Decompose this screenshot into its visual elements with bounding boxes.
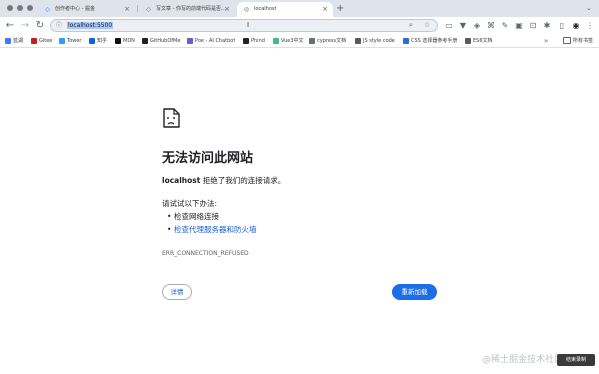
bookmark-label: GitHubOfMe (150, 38, 181, 44)
text-cursor-icon: I (247, 21, 250, 29)
bookmark-phind[interactable]: Phind (243, 36, 265, 46)
bookmark-icon (142, 38, 148, 44)
close-icon[interactable]: × (124, 2, 130, 17)
bookmark-label: Phind (251, 38, 265, 44)
bookmark-label: Vue3中文 (281, 38, 304, 44)
bookmark-cypress[interactable]: cypress文档 (309, 36, 346, 46)
bookmark-tower[interactable]: Tower (59, 36, 82, 46)
site-info-icon[interactable]: ⓘ (56, 20, 62, 31)
tab-strip: ◇ 创作者中心 - 掘金 × ◇ 写文章 - 你写的前端代码是否符合规范 × ◎ lo… (0, 0, 599, 17)
bookmark-icon (31, 38, 37, 44)
profile-avatar-icon[interactable]: ◉ (570, 19, 582, 33)
bookmark-label: CSS 选择器参考手册 (411, 38, 458, 44)
bookmark-icon (89, 38, 95, 44)
reload-icon[interactable]: ↻ (34, 19, 46, 33)
forward-icon[interactable]: → (19, 19, 31, 33)
url-text[interactable]: localhost:5500 (67, 22, 114, 29)
bookmark-vue3[interactable]: Vue3中文 (273, 36, 304, 46)
folder-icon (563, 37, 571, 44)
stop-recording-button[interactable]: 结束录制 (557, 354, 595, 366)
bookmark-label: 蓝湖 (13, 38, 24, 44)
bookmark-label: 知乎 (97, 38, 108, 44)
bookmark-icon (5, 38, 11, 44)
browser-window: ◇ 创作者中心 - 掘金 × ◇ 写文章 - 你写的前端代码是否符合规范 × ◎ lo… (0, 0, 599, 374)
close-icon[interactable]: × (224, 2, 230, 17)
error-title: 无法访问此网站 (162, 151, 254, 166)
bookmarks-overflow-icon[interactable]: » (544, 36, 548, 46)
bookmark-star-icon[interactable]: ☆ (424, 20, 430, 31)
bookmark-icon (465, 38, 471, 44)
bookmark-poe[interactable]: Poe - AI Chatbot (187, 36, 235, 46)
bookmark-label: Poe - AI Chatbot (195, 38, 236, 44)
bookmark-lanhu[interactable]: 蓝湖 (5, 36, 23, 46)
details-button[interactable]: 详情 (162, 284, 192, 300)
window-maximize-button[interactable] (27, 5, 33, 11)
window-close-button[interactable] (7, 5, 13, 11)
tab-localhost[interactable]: ◎ localhost × (237, 2, 333, 17)
bookmark-label: JS style code (363, 38, 395, 44)
bookmark-css-selectors[interactable]: CSS 选择器参考手册 (403, 36, 457, 46)
extension-icon[interactable]: ⌘ (485, 19, 497, 33)
bookmark-label: Gitee (39, 38, 53, 44)
zoom-search-icon[interactable]: ⌕ (409, 20, 413, 31)
tab-title: 创作者中心 - 掘金 (55, 6, 95, 12)
bookmark-github[interactable]: GitHubOfMe (142, 36, 180, 46)
bookmark-icon (355, 38, 361, 44)
sad-page-icon (163, 108, 180, 128)
error-host: localhost (162, 176, 201, 185)
bookmark-icon (403, 38, 409, 44)
tab-search-icon[interactable]: ⌄ (586, 2, 592, 15)
tab-title: localhost (254, 6, 277, 12)
extension-icon[interactable]: ✎ (499, 19, 511, 33)
bookmark-label: cypress文档 (317, 38, 347, 44)
extensions-puzzle-icon[interactable]: ✱ (541, 19, 553, 33)
bookmark-js-style[interactable]: JS style code (355, 36, 395, 46)
bookmark-label: ES6文档 (473, 38, 493, 44)
bookmark-zhihu[interactable]: 知乎 (89, 36, 107, 46)
extension-icon[interactable]: ⊡ (527, 19, 539, 33)
bookmark-icon (243, 38, 249, 44)
bookmark-icon (115, 38, 121, 44)
suggestion-check-proxy-link[interactable]: 检查代理服务器和防火墙 (167, 225, 256, 235)
juejin-icon: ◇ (146, 6, 151, 13)
bookmark-label: MDN (123, 38, 135, 44)
close-icon[interactable]: × (322, 2, 328, 17)
error-code: ERR_CONNECTION_REFUSED (162, 250, 249, 257)
address-bar[interactable]: ⓘ localhost:5500 I ⌕ ☆ (50, 19, 438, 32)
side-panel-icon[interactable]: ▯ (556, 19, 568, 33)
try-label: 请试试以下办法: (162, 199, 218, 208)
bookmark-mdn[interactable]: MDN (115, 36, 135, 46)
globe-icon: ◎ (243, 6, 250, 13)
bookmark-icon (273, 38, 279, 44)
watermark: @稀土掘金技术社区 (482, 355, 564, 365)
bookmark-es6[interactable]: ES6文档 (465, 36, 493, 46)
bookmark-icon (187, 38, 193, 44)
all-bookmarks-label: 所有书签 (573, 38, 594, 44)
error-description-text: 拒绝了我们的连接请求。 (200, 176, 286, 185)
bookmarks-bar: 蓝湖 Gitee Tower 知乎 MDN GitHubOfMe Poe - A… (0, 35, 599, 48)
window-minimize-button[interactable] (17, 5, 23, 11)
back-icon[interactable]: ← (4, 19, 16, 33)
tab-divider (137, 5, 138, 12)
all-bookmarks-button[interactable]: 所有书签 (563, 36, 593, 46)
extension-icon[interactable]: ▣ (513, 19, 525, 33)
extension-icon[interactable]: ◈ (471, 19, 483, 33)
toolbar: ← → ↻ ⓘ localhost:5500 I ⌕ ☆ ▭ ▼ ◈ ⌘ ✎ ▣… (0, 17, 599, 35)
suggestion-check-network: 检查网络连接 (167, 212, 219, 222)
error-description: localhost 拒绝了我们的连接请求。 (162, 176, 285, 186)
menu-icon[interactable]: ⋮ (584, 19, 596, 33)
bookmark-icon (309, 38, 315, 44)
page-content (0, 48, 599, 374)
tab-title: 写文章 - 你写的前端代码是否符合规范 (156, 6, 226, 12)
juejin-icon: ◇ (45, 6, 50, 13)
tab-write-article[interactable]: ◇ 写文章 - 你写的前端代码是否符合规范 × (139, 2, 235, 17)
new-tab-button[interactable]: + (336, 2, 344, 15)
bookmark-icon (59, 38, 65, 44)
extension-icon[interactable]: ▭ (443, 19, 455, 33)
bookmark-label: Tower (67, 38, 82, 44)
vue-devtools-icon[interactable]: ▼ (457, 19, 469, 33)
bookmark-gitee[interactable]: Gitee (31, 36, 52, 46)
reload-button[interactable]: 重新加载 (392, 284, 437, 300)
tab-creator-center[interactable]: ◇ 创作者中心 - 掘金 × (38, 2, 135, 17)
